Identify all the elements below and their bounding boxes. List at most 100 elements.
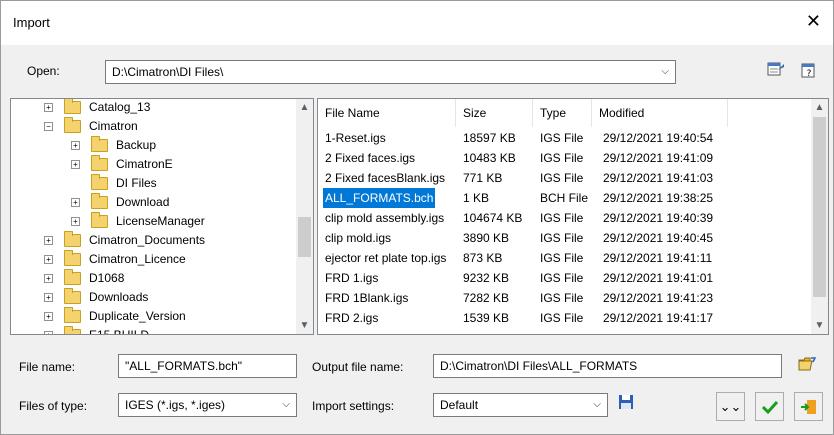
properties-alt-icon[interactable]: ? xyxy=(798,61,820,83)
scroll-down-icon[interactable]: ▼ xyxy=(296,317,313,334)
file-row[interactable]: clip mold.igs 3890 KB IGS File 29/12/2021 1… xyxy=(318,228,813,248)
title-bar: Import ✕ xyxy=(1,1,833,45)
tree-item[interactable]: + Backup xyxy=(11,136,296,155)
save-icon[interactable] xyxy=(615,394,637,416)
cancel-button[interactable] xyxy=(794,392,823,421)
folder-icon xyxy=(64,250,81,266)
chevron-down-icon[interactable]: ⌵ xyxy=(661,61,669,83)
tree-item-label: Backup xyxy=(116,138,157,152)
files-of-type-select[interactable]: IGES (*.igs, *.iges) ⌵ xyxy=(118,393,297,417)
scroll-up-icon[interactable]: ▲ xyxy=(296,99,313,116)
folder-icon xyxy=(64,117,81,133)
tree-item-label: LicenseManager xyxy=(116,214,205,228)
column-header-modified[interactable]: Modified xyxy=(592,99,728,127)
tree-item[interactable]: + Downloads xyxy=(11,288,296,307)
ok-button[interactable] xyxy=(755,392,784,421)
file-name-cell: FRD 1.igs xyxy=(325,271,379,285)
file-row[interactable]: FRD 2.igs 1539 KB IGS File 29/12/2021 19:41… xyxy=(318,308,813,328)
properties-icon[interactable] xyxy=(765,61,787,83)
expand-icon[interactable]: + xyxy=(44,312,53,321)
file-row[interactable]: 1-Reset.igs 18597 KB IGS File 29/12/2021 19… xyxy=(318,128,813,148)
tree-item-label: Cimatron xyxy=(89,119,138,133)
expand-icon[interactable]: + xyxy=(71,141,80,150)
open-path-combo[interactable]: D:\Cimatron\DI Files\ ⌵ xyxy=(105,60,676,84)
tree-item[interactable]: − Cimatron xyxy=(11,117,296,136)
chevron-down-icon[interactable]: ⌵ xyxy=(593,394,601,416)
file-row[interactable]: ALL_FORMATS.bch 1 KB BCH File 29/12/2021 19… xyxy=(318,188,813,208)
file-type-cell: IGS File xyxy=(540,271,584,285)
folder-icon xyxy=(64,99,81,114)
file-list-scrollbar[interactable]: ▲ ▼ xyxy=(811,99,828,334)
expand-icon[interactable]: + xyxy=(44,331,53,334)
tree-item[interactable]: + Catalog_13 xyxy=(11,99,296,117)
open-path-value: D:\Cimatron\DI Files\ xyxy=(112,65,224,79)
tree-item-label: Catalog_13 xyxy=(89,100,151,114)
tree-item[interactable]: + Download xyxy=(11,193,296,212)
file-row[interactable]: ejector ret plate top.igs 873 KB IGS File 2… xyxy=(318,248,813,268)
file-row[interactable]: FRD 1Blank.igs 7282 KB IGS File 29/12/2021 … xyxy=(318,288,813,308)
tree-item[interactable]: + Cimatron_Documents xyxy=(11,231,296,250)
file-row[interactable]: 2 Fixed facesBlank.igs 771 KB IGS File 29/1… xyxy=(318,168,813,188)
file-type-cell: IGS File xyxy=(540,251,584,265)
file-name-cell: FRD 2.igs xyxy=(325,311,379,325)
expand-button[interactable]: ⌄⌄ xyxy=(716,392,745,421)
window-title: Import xyxy=(13,15,50,30)
file-size-cell: 1 KB xyxy=(463,191,490,205)
file-name-input[interactable]: "ALL_FORMATS.bch" xyxy=(118,354,297,378)
tree-item[interactable]: + Cimatron_Licence xyxy=(11,250,296,269)
close-icon[interactable]: ✕ xyxy=(806,11,821,31)
folder-icon xyxy=(91,193,108,209)
file-name-cell: clip mold.igs xyxy=(325,231,392,245)
file-name-cell: 2 Fixed facesBlank.igs xyxy=(325,171,446,185)
tree-item-label: Cimatron_Licence xyxy=(89,252,186,266)
scroll-down-icon[interactable]: ▼ xyxy=(811,317,828,334)
file-type-cell: IGS File xyxy=(540,211,584,225)
chevron-down-icon[interactable]: ⌵ xyxy=(282,394,290,416)
tree-item[interactable]: + CimatronE xyxy=(11,155,296,174)
file-type-cell: IGS File xyxy=(540,151,584,165)
collapse-icon[interactable]: − xyxy=(44,122,53,131)
tree-item[interactable]: + E15 BUILD xyxy=(11,326,296,334)
file-size-cell: 1539 KB xyxy=(463,311,510,325)
expand-icon[interactable]: + xyxy=(71,198,80,207)
scroll-up-icon[interactable]: ▲ xyxy=(811,99,828,116)
open-folder-icon[interactable] xyxy=(796,356,818,378)
file-row[interactable]: clip mold assembly.igs 104674 KB IGS File 2… xyxy=(318,208,813,228)
tree-scroll-thumb[interactable] xyxy=(298,217,311,257)
file-modified-cell: 29/12/2021 19:40:54 xyxy=(603,131,714,145)
tree-item[interactable]: + D1068 xyxy=(11,269,296,288)
column-header-file-name[interactable]: File Name xyxy=(318,99,456,127)
folder-icon xyxy=(91,212,108,228)
tree-item[interactable]: + LicenseManager xyxy=(11,212,296,231)
file-row[interactable]: 2 Fixed faces.igs 10483 KB IGS File 29/12/2… xyxy=(318,148,813,168)
tree-item-label: D1068 xyxy=(89,271,125,285)
file-size-cell: 10483 KB xyxy=(463,151,516,165)
double-chevron-down-icon: ⌄⌄ xyxy=(719,399,742,414)
tree-item-label: Cimatron_Documents xyxy=(89,233,206,247)
file-name-label: File name: xyxy=(19,360,76,374)
file-type-cell: IGS File xyxy=(540,231,584,245)
tree-item-label: CimatronE xyxy=(116,157,173,171)
file-row[interactable]: FRD 1.igs 9232 KB IGS File 29/12/2021 19:41… xyxy=(318,268,813,288)
file-type-cell: IGS File xyxy=(540,291,584,305)
expand-icon[interactable]: + xyxy=(71,217,80,226)
file-list[interactable]: File Name Size Type Modified 1-Reset.igs… xyxy=(317,98,829,335)
tree-item[interactable]: + Duplicate_Version xyxy=(11,307,296,326)
file-size-cell: 18597 KB xyxy=(463,131,516,145)
expand-icon[interactable]: + xyxy=(44,293,53,302)
file-list-scroll-thumb[interactable] xyxy=(813,117,826,297)
folder-tree[interactable]: + Catalog_13 − Cimatron + Backup + CimatronE DI … xyxy=(10,98,314,335)
column-header-size[interactable]: Size xyxy=(456,99,533,127)
expand-icon[interactable]: + xyxy=(44,236,53,245)
tree-scrollbar[interactable]: ▲ ▼ xyxy=(296,99,313,334)
expand-icon[interactable]: + xyxy=(44,103,53,112)
tree-item[interactable]: DI Files xyxy=(11,174,296,193)
file-name-cell: clip mold assembly.igs xyxy=(325,211,445,225)
column-header-type[interactable]: Type xyxy=(533,99,592,127)
output-file-name-input[interactable]: D:\Cimatron\DI Files\ALL_FORMATS xyxy=(433,354,782,378)
expand-icon[interactable]: + xyxy=(44,274,53,283)
expand-icon[interactable]: + xyxy=(71,160,80,169)
file-type-cell: IGS File xyxy=(540,171,584,185)
expand-icon[interactable]: + xyxy=(44,255,53,264)
import-settings-select[interactable]: Default ⌵ xyxy=(433,393,608,417)
